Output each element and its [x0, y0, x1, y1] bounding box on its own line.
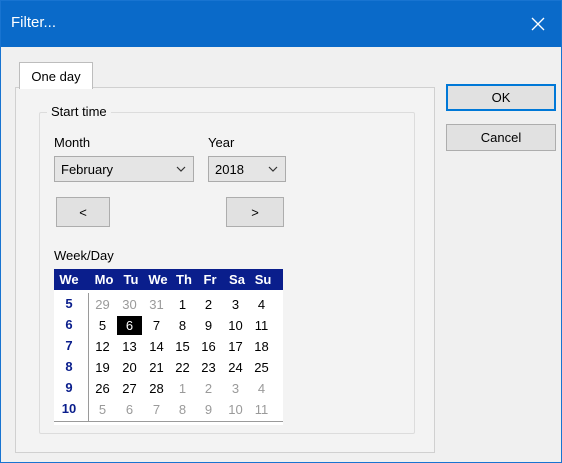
- calendar-day[interactable]: 28: [144, 379, 169, 398]
- calendar-day[interactable]: 31: [144, 295, 169, 314]
- calendar-day[interactable]: 27: [117, 379, 142, 398]
- calendar-day[interactable]: 21: [144, 358, 169, 377]
- calendar-day[interactable]: 14: [144, 337, 169, 356]
- calendar-day[interactable]: 9: [196, 316, 221, 335]
- filter-dialog: Filter... One day Start time Month Febru…: [0, 0, 562, 463]
- calendar-day[interactable]: 10: [223, 316, 248, 335]
- calendar-day[interactable]: 15: [170, 337, 195, 356]
- close-button[interactable]: [515, 1, 561, 47]
- calendar-day[interactable]: 12: [90, 337, 115, 356]
- header-saturday: Sa: [229, 272, 245, 287]
- year-value: 2018: [215, 161, 244, 177]
- calendar-day[interactable]: 23: [196, 358, 221, 377]
- ok-button[interactable]: OK: [446, 84, 556, 111]
- calendar-day[interactable]: 6: [117, 400, 142, 419]
- week-number[interactable]: 8: [56, 359, 82, 374]
- calendar-day[interactable]: 11: [249, 400, 274, 419]
- calendar-day[interactable]: 17: [223, 337, 248, 356]
- calendar-day[interactable]: 2: [196, 295, 221, 314]
- cancel-button[interactable]: Cancel: [446, 124, 556, 151]
- week-number[interactable]: 7: [56, 338, 82, 353]
- weekday-label: Week/Day: [54, 248, 114, 263]
- header-wednesday: We: [148, 272, 168, 287]
- calendar-day[interactable]: 11: [249, 316, 274, 335]
- calendar-day[interactable]: 9: [196, 400, 221, 419]
- week-number[interactable]: 9: [56, 380, 82, 395]
- calendar-day[interactable]: 8: [170, 316, 195, 335]
- calendar-day[interactable]: 1: [170, 379, 195, 398]
- header-tuesday: Tu: [123, 272, 139, 287]
- header-monday: Mo: [94, 272, 114, 287]
- month-value: February: [61, 161, 114, 177]
- calendar-day[interactable]: 25: [249, 358, 274, 377]
- next-month-button[interactable]: >: [226, 197, 284, 227]
- calendar-day[interactable]: 16: [196, 337, 221, 356]
- calendar-day[interactable]: 19: [90, 358, 115, 377]
- start-time-legend: Start time: [47, 104, 111, 119]
- calendar-day[interactable]: 2: [196, 379, 221, 398]
- calendar-day[interactable]: 10: [223, 400, 248, 419]
- tab-label: One day: [31, 68, 81, 84]
- calendar-day[interactable]: 7: [144, 400, 169, 419]
- calendar-day[interactable]: 8: [170, 400, 195, 419]
- calendar-day[interactable]: 26: [90, 379, 115, 398]
- month-select[interactable]: February: [54, 156, 194, 182]
- title-bar[interactable]: Filter...: [1, 1, 561, 47]
- calendar-day[interactable]: 7: [144, 316, 169, 335]
- year-label: Year: [208, 135, 235, 150]
- prev-month-button[interactable]: <: [56, 197, 110, 227]
- calendar-day-selected[interactable]: 6: [117, 316, 142, 335]
- calendar-day[interactable]: 22: [170, 358, 195, 377]
- calendar-day[interactable]: 30: [117, 295, 142, 314]
- tab-one-day[interactable]: One day: [19, 62, 93, 89]
- header-friday: Fr: [203, 272, 217, 287]
- month-label: Month: [54, 135, 91, 150]
- next-label: >: [251, 204, 259, 220]
- calendar-header: We Mo Tu We Th Fr Sa Su: [54, 269, 283, 290]
- calendar-day[interactable]: 13: [117, 337, 142, 356]
- calendar-day[interactable]: 5: [90, 400, 115, 419]
- chevron-down-icon: [176, 166, 186, 172]
- dialog-title: Filter...: [11, 14, 57, 31]
- header-week: We: [59, 272, 79, 287]
- week-number[interactable]: 10: [56, 401, 82, 416]
- header-sunday: Su: [254, 272, 272, 287]
- header-thursday: Th: [176, 272, 192, 287]
- calendar-day[interactable]: 3: [223, 295, 248, 314]
- chevron-down-icon: [268, 166, 278, 172]
- calendar-day[interactable]: 1: [170, 295, 195, 314]
- week-number[interactable]: 6: [56, 317, 82, 332]
- calendar-day[interactable]: 4: [249, 295, 274, 314]
- year-select[interactable]: 2018: [208, 156, 286, 182]
- week-separator: [88, 293, 89, 421]
- calendar-bottom-rule: [54, 421, 283, 422]
- calendar-day[interactable]: 18: [249, 337, 274, 356]
- calendar-day[interactable]: 20: [117, 358, 142, 377]
- calendar-day[interactable]: 24: [223, 358, 248, 377]
- calendar-day[interactable]: 4: [249, 379, 274, 398]
- close-icon: [531, 17, 545, 31]
- cancel-label: Cancel: [480, 130, 522, 145]
- calendar: We Mo Tu We Th Fr Sa Su 5 29 30 31 1 2 3 4 6 5 6 7 8…: [54, 269, 283, 425]
- calendar-day[interactable]: 5: [90, 316, 115, 335]
- calendar-day[interactable]: 3: [223, 379, 248, 398]
- prev-label: <: [79, 204, 87, 220]
- calendar-day[interactable]: 29: [90, 295, 115, 314]
- week-number[interactable]: 5: [56, 296, 82, 311]
- ok-label: OK: [491, 90, 511, 105]
